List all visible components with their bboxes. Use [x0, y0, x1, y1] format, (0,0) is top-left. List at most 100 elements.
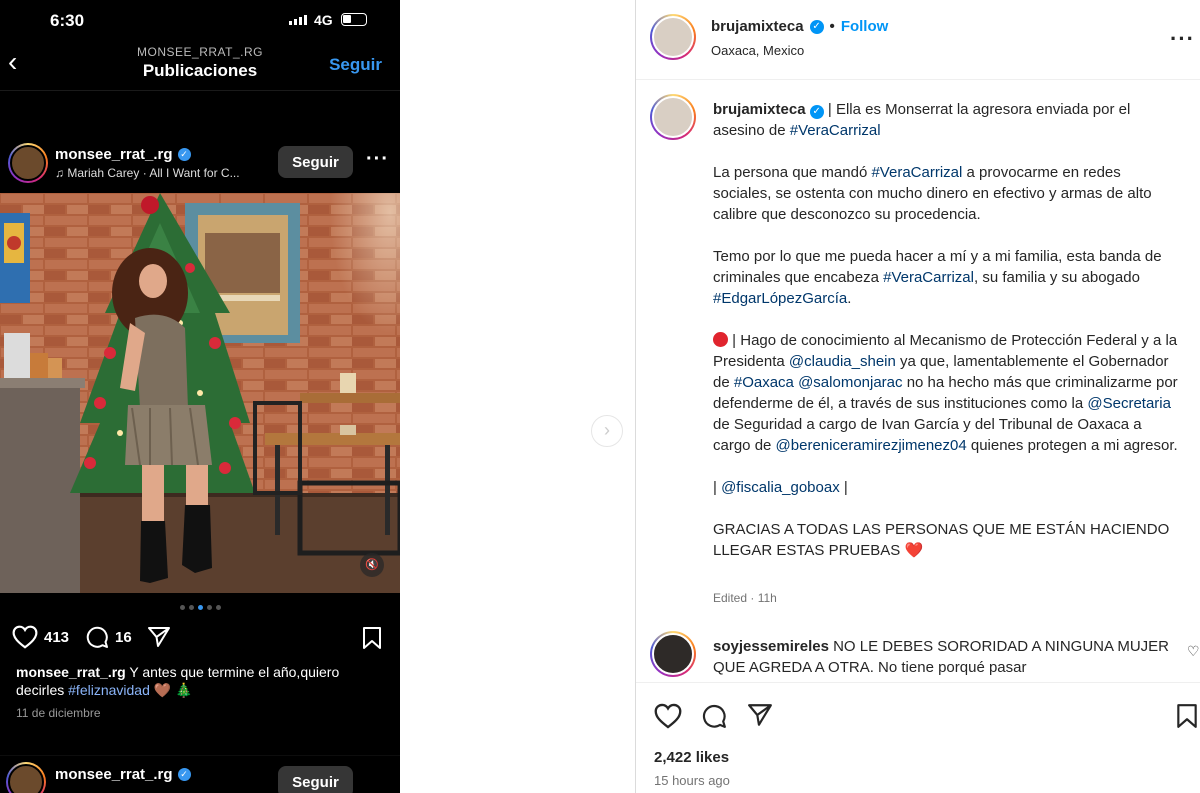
status-time: 6:30: [50, 11, 85, 30]
caption-hashtag[interactable]: #feliznavidad: [68, 682, 150, 698]
music-note-icon-song-label[interactable]: ♫ Mariah Carey · All I Want for C...: [55, 166, 240, 180]
panel-footer: 2,422 likes 15 hours ago: [636, 682, 1200, 793]
verified-icon: ✓: [809, 105, 824, 119]
panel-author: brujamixteca ✓ • Follow: [711, 18, 888, 35]
like-count: 413: [44, 628, 70, 646]
avatar[interactable]: [8, 143, 48, 183]
phone-screenshot: 6:30 4G ‹ MONSEE_RRAT_.RG Publicaciones …: [0, 0, 400, 793]
bookmark-icon[interactable]: [362, 626, 382, 650]
more-icon[interactable]: ···: [366, 148, 389, 171]
likes-count[interactable]: 2,422 likes: [654, 749, 729, 766]
caption-paragraph: GRACIAS A TODAS LAS PERSONAS QUE ME ESTÁ…: [713, 519, 1183, 561]
location-label[interactable]: Oaxaca, Mexico: [711, 43, 804, 58]
signal-icon: [289, 15, 307, 25]
network-label: 4G: [314, 12, 333, 28]
edited-timestamp: Edited · 11h: [713, 591, 777, 605]
bookmark-icon[interactable]: [1176, 703, 1198, 729]
caption-paragraph: | Hago de conocimiento al Mecanismo de P…: [713, 330, 1183, 456]
share-icon[interactable]: [147, 626, 171, 648]
next-post-username-text[interactable]: monsee_rrat_.rg: [55, 766, 173, 783]
dot-separator: •: [829, 18, 835, 35]
verified-icon: ✓: [177, 148, 191, 161]
caption-text: , su familia y su abogado: [973, 269, 1140, 286]
chevron-right-icon[interactable]: ›: [591, 415, 623, 447]
carousel-dot-active: [197, 605, 203, 610]
caption-paragraph: | @fiscalia_goboax |: [713, 477, 1183, 498]
post-photo[interactable]: [0, 193, 400, 593]
post-username[interactable]: monsee_rrat_.rg ✓: [55, 146, 191, 163]
comment-item: soyjessemireles NO LE DEBES SORORIDAD A …: [713, 636, 1183, 678]
caption-paragraph: La persona que mandó #VeraCarrizal a pro…: [713, 162, 1183, 225]
share-icon[interactable]: [747, 703, 773, 727]
post-action-bar: 413 16: [12, 625, 388, 655]
caption-paragraph: brujamixteca ✓ | Ella es Monserrat la ag…: [713, 99, 1183, 141]
carousel-indicator: [0, 605, 400, 610]
red-heart-emoji: ❤️: [904, 542, 924, 559]
comment-icon[interactable]: [85, 625, 109, 649]
caption-text: |: [713, 479, 717, 496]
screenshot-root: 6:30 4G ‹ MONSEE_RRAT_.RG Publicaciones …: [0, 0, 1200, 793]
status-bar: 6:30 4G: [0, 0, 400, 40]
post-username-text[interactable]: monsee_rrat_.rg: [55, 146, 173, 163]
caption-emoji: 🤎 🎄: [153, 682, 193, 698]
caption-text: .: [847, 290, 852, 307]
post-caption: monsee_rrat_.rg Y antes que termine el a…: [16, 663, 386, 699]
heart-icon[interactable]: [654, 703, 682, 729]
comment-icon[interactable]: [701, 703, 727, 729]
like-group[interactable]: 413: [12, 625, 69, 649]
caption-username[interactable]: monsee_rrat_.rg: [16, 664, 126, 680]
nav-follow-button[interactable]: Seguir: [329, 55, 382, 75]
next-post-username[interactable]: monsee_rrat_.rg ✓: [55, 766, 191, 783]
heart-icon[interactable]: ♡: [1187, 643, 1200, 660]
caption-block: brujamixteca ✓ | Ella es Monserrat la ag…: [713, 99, 1183, 582]
hashtag-link[interactable]: #Oaxaca: [734, 374, 794, 391]
post-date: 11 de diciembre: [16, 706, 101, 720]
mention-link[interactable]: @Secretaria: [1087, 395, 1171, 412]
carousel-dot: [188, 605, 194, 610]
next-post-header: monsee_rrat_.rg ✓ Seguir: [0, 755, 400, 793]
panel-username[interactable]: brujamixteca: [711, 18, 804, 35]
mention-link[interactable]: @salomonjarac: [798, 374, 902, 391]
follow-button[interactable]: Follow: [841, 18, 889, 35]
caption-text: quienes protegen a mi agresor.: [970, 437, 1178, 454]
post-time-ago[interactable]: 15 hours ago: [654, 773, 730, 788]
caption-username[interactable]: brujamixteca: [713, 101, 806, 118]
hashtag-link[interactable]: #VeraCarrizal: [883, 269, 974, 286]
panel-header: brujamixteca ✓ • Follow Oaxaca, Mexico ·…: [636, 0, 1200, 80]
mention-link[interactable]: @claudia_shein: [789, 353, 896, 370]
phone-nav-bar: ‹ MONSEE_RRAT_.RG Publicaciones Seguir: [0, 40, 400, 90]
verified-icon: ✓: [809, 19, 824, 34]
caption-text: La persona que mandó: [713, 164, 868, 181]
avatar[interactable]: [650, 631, 696, 677]
comments-section: brujamixteca ✓ | Ella es Monserrat la ag…: [636, 80, 1200, 682]
mention-link[interactable]: @bereniceramirezjimenez04: [776, 437, 967, 454]
action-bar: [654, 700, 1197, 730]
avatar[interactable]: [650, 94, 696, 140]
mention-link[interactable]: @fiscalia_goboax: [721, 479, 840, 496]
hashtag-link[interactable]: #VeraCarrizal: [871, 164, 962, 181]
post-header: monsee_rrat_.rg ✓ ♫ Mariah Carey · All I…: [0, 140, 400, 190]
caption-text: GRACIAS A TODAS LAS PERSONAS QUE ME ESTÁ…: [713, 521, 1170, 559]
post-follow-button[interactable]: Seguir: [278, 146, 353, 178]
hashtag-link[interactable]: #VeraCarrizal: [790, 122, 881, 139]
red-circle-icon: [713, 332, 728, 347]
divider: [0, 90, 400, 91]
verified-icon: ✓: [177, 768, 191, 781]
hashtag-link[interactable]: #EdgarLópezGarcía: [713, 290, 847, 307]
carousel-dot: [179, 605, 185, 610]
comment-group[interactable]: 16: [85, 625, 132, 649]
more-icon[interactable]: ···: [1170, 26, 1195, 52]
next-post-follow-button[interactable]: Seguir: [278, 766, 353, 793]
avatar[interactable]: [650, 14, 696, 60]
post-detail-panel: brujamixteca ✓ • Follow Oaxaca, Mexico ·…: [635, 0, 1200, 793]
caption-paragraph: Temo por lo que me pueda hacer a mí y a …: [713, 246, 1183, 309]
mute-icon[interactable]: 🔇: [360, 553, 384, 577]
comment-count: 16: [115, 628, 132, 646]
carousel-dot: [206, 605, 212, 610]
avatar[interactable]: [6, 762, 46, 793]
battery-icon: [341, 13, 367, 26]
caption-text: |: [843, 479, 848, 496]
heart-icon[interactable]: [12, 625, 38, 649]
carousel-dot: [215, 605, 221, 610]
comment-username[interactable]: soyjessemireles: [713, 638, 829, 655]
